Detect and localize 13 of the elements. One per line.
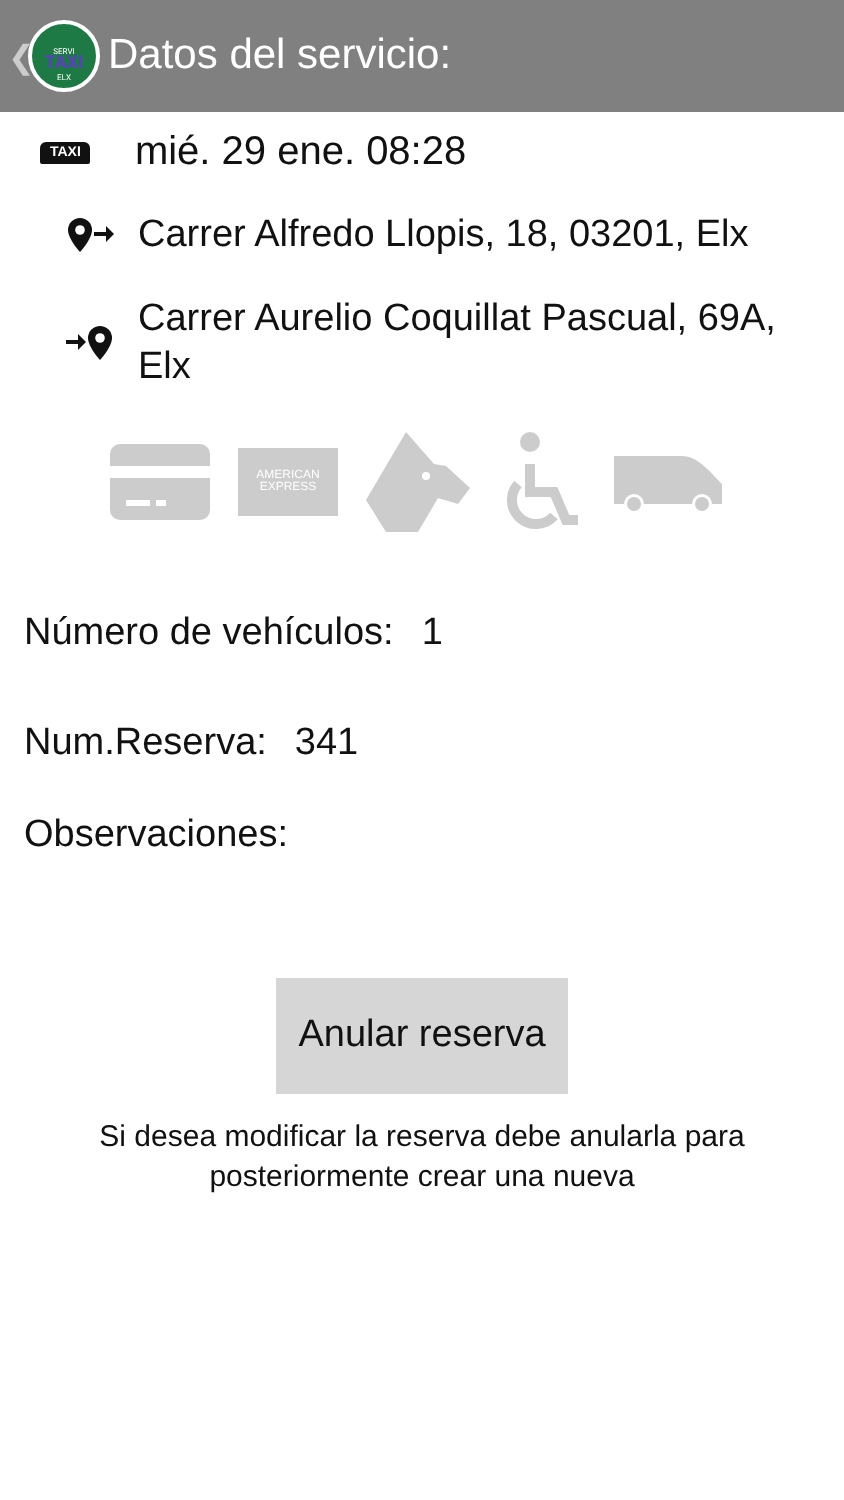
info-text: Si desea modificar la reserva debe anularla para posteriormente crear una nueva [97,1118,747,1198]
field-label: Número de vehículos: [24,612,394,656]
field-label: Num.Reserva: [24,722,267,766]
destination-address: Carrer Aurelio Coquillat Pascual, 69A, Elx [138,296,778,392]
field-value: 1 [421,612,443,656]
pickup-address: Carrer Alfredo Llopis, 18, 03201, Elx [138,212,751,260]
cancel-booking-button[interactable]: Anular reserva [276,978,568,1094]
field-label: Observaciones: [24,814,289,858]
arrow-pin-icon [66,324,114,364]
pin-arrow-icon [66,216,114,256]
screen-title: Datos del servicio: [108,32,452,80]
field-value: 341 [294,722,359,766]
date-time: mié. 29 ene. 08:28 [134,129,467,175]
